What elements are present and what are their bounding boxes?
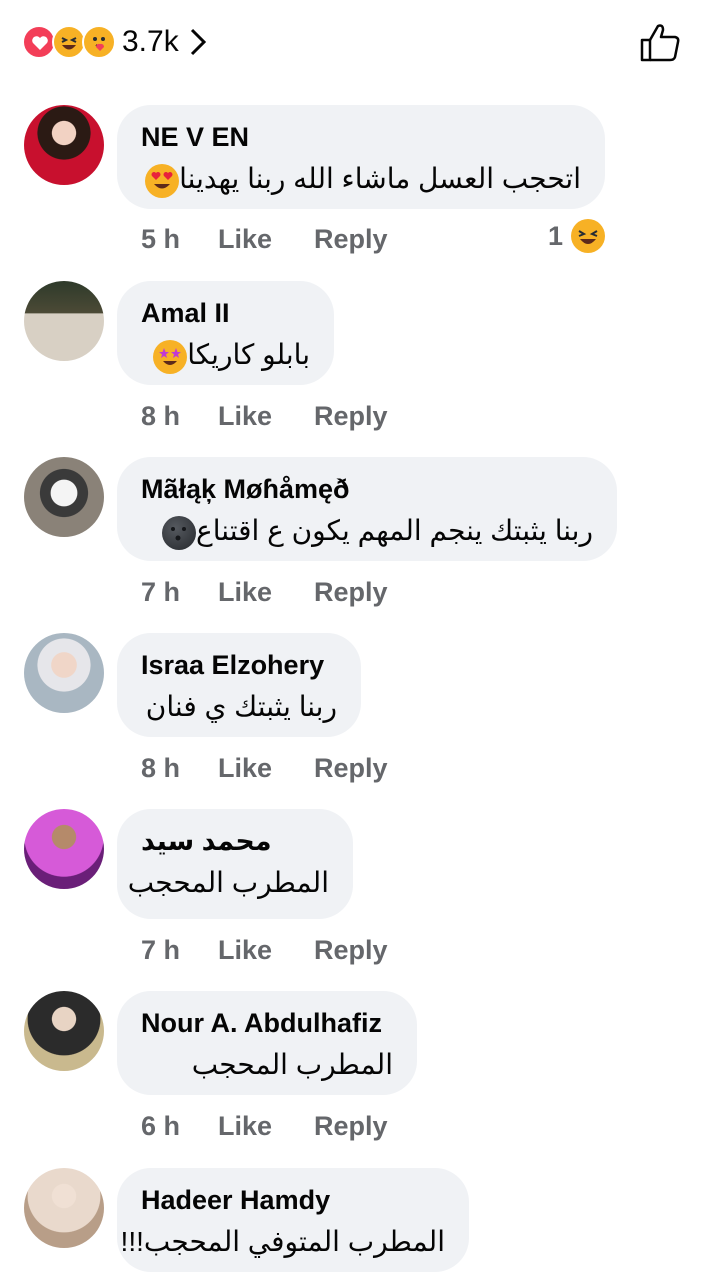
like-button[interactable]: Like bbox=[218, 1111, 272, 1142]
new-moon-face-emoji-icon bbox=[162, 515, 196, 550]
comment-bubble: Nour A. Abdulhafiz المطرب المحجب bbox=[117, 991, 417, 1095]
heart-icon bbox=[22, 25, 56, 59]
reply-button[interactable]: Reply bbox=[314, 753, 388, 784]
comment-reactions[interactable]: 1 bbox=[548, 219, 606, 253]
reactions-header: 3.7k bbox=[0, 0, 721, 84]
comment-time: 8 h bbox=[141, 752, 181, 783]
reply-button[interactable]: Reply bbox=[314, 935, 388, 966]
comment-time: 6 h bbox=[141, 1110, 181, 1141]
reply-button[interactable]: Reply bbox=[314, 401, 388, 432]
like-button[interactable]: Like bbox=[218, 577, 272, 608]
comment-actions: 8 h Like Reply bbox=[141, 396, 430, 436]
like-button[interactable]: Like bbox=[218, 224, 272, 255]
avatar[interactable] bbox=[24, 809, 104, 889]
like-button[interactable]: Like bbox=[218, 935, 272, 966]
reaction-count: 3.7k bbox=[122, 25, 179, 58]
like-icon[interactable] bbox=[638, 20, 682, 64]
haha-icon bbox=[571, 219, 606, 253]
heart-eyes-emoji-icon bbox=[145, 163, 180, 198]
like-button[interactable]: Like bbox=[218, 401, 272, 432]
chevron-right-icon bbox=[190, 28, 206, 56]
comment-time: 8 h bbox=[141, 400, 181, 431]
reply-button[interactable]: Reply bbox=[314, 224, 388, 255]
comment-bubble: Mãłąķ Møɦåmęð ربنا يثبتك ينجم المهم يكون… bbox=[117, 457, 617, 561]
comment-bubble: Hadeer Hamdy المطرب المتوفي المحجب!!! bbox=[117, 1168, 469, 1272]
comment-time: 7 h bbox=[141, 934, 181, 965]
comment-bubble: NE V EN اتحجب العسل ماشاء الله ربنا يهدي… bbox=[117, 105, 605, 209]
comment-actions: 7 h Like Reply bbox=[141, 930, 430, 970]
comment-reaction-count: 1 bbox=[548, 220, 564, 251]
avatar[interactable] bbox=[24, 991, 104, 1071]
avatar[interactable] bbox=[24, 105, 104, 185]
commenter-name[interactable]: Hadeer Hamdy bbox=[141, 1184, 445, 1216]
haha-icon bbox=[52, 25, 86, 59]
care-icon bbox=[82, 25, 116, 59]
commenter-name[interactable]: Nour A. Abdulhafiz bbox=[141, 1007, 393, 1039]
comment-bubble: محمد سيد المطرب المحجب bbox=[117, 809, 353, 919]
comment-text: اتحجب العسل ماشاء الله ربنا يهدينا bbox=[141, 157, 581, 201]
comment-actions: 8 h Like Reply bbox=[141, 748, 430, 788]
reply-button[interactable]: Reply bbox=[314, 1111, 388, 1142]
comment-actions: 7 h Like Reply bbox=[141, 572, 430, 612]
comment-text: المطرب المتوفي المحجب!!! bbox=[120, 1226, 445, 1257]
avatar[interactable] bbox=[24, 281, 104, 361]
avatar[interactable] bbox=[24, 633, 104, 713]
comment-bubble: Israa Elzohery ربنا يثبتك ي فنان bbox=[117, 633, 361, 737]
commenter-name[interactable]: Mãłąķ Møɦåmęð bbox=[141, 473, 593, 505]
comment-text: المطرب المحجب bbox=[127, 867, 329, 898]
comment-text-body: بابلو كاريكا bbox=[187, 339, 310, 370]
comment-text: ربنا يثبتك ي فنان bbox=[145, 691, 337, 722]
comment-time: 7 h bbox=[141, 576, 181, 607]
like-button[interactable]: Like bbox=[218, 753, 272, 784]
comment-text: ربنا يثبتك ينجم المهم يكون ع اقتناع bbox=[141, 509, 593, 553]
avatar[interactable] bbox=[24, 1168, 104, 1248]
commenter-name[interactable]: Amal II bbox=[141, 297, 310, 329]
avatar[interactable] bbox=[24, 457, 104, 537]
reactions-summary[interactable]: 3.7k bbox=[22, 24, 207, 60]
commenter-name[interactable]: NE V EN bbox=[141, 121, 581, 153]
comment-text-body: اتحجب العسل ماشاء الله ربنا يهدينا bbox=[179, 163, 581, 194]
commenter-name[interactable]: محمد سيد bbox=[141, 825, 329, 857]
comment-actions: 6 h Like Reply bbox=[141, 1106, 430, 1146]
reply-button[interactable]: Reply bbox=[314, 577, 388, 608]
comment-bubble: Amal II بابلو كاريكا bbox=[117, 281, 334, 385]
comment-time: 5 h bbox=[141, 223, 181, 254]
star-struck-emoji-icon bbox=[153, 339, 188, 374]
comment-actions: 5 h Like Reply bbox=[141, 219, 430, 259]
comment-text: المطرب المحجب bbox=[191, 1049, 393, 1080]
comment-text: بابلو كاريكا bbox=[141, 333, 310, 377]
commenter-name[interactable]: Israa Elzohery bbox=[141, 649, 337, 681]
comment-text-body: ربنا يثبتك ينجم المهم يكون ع اقتناع bbox=[196, 515, 593, 546]
